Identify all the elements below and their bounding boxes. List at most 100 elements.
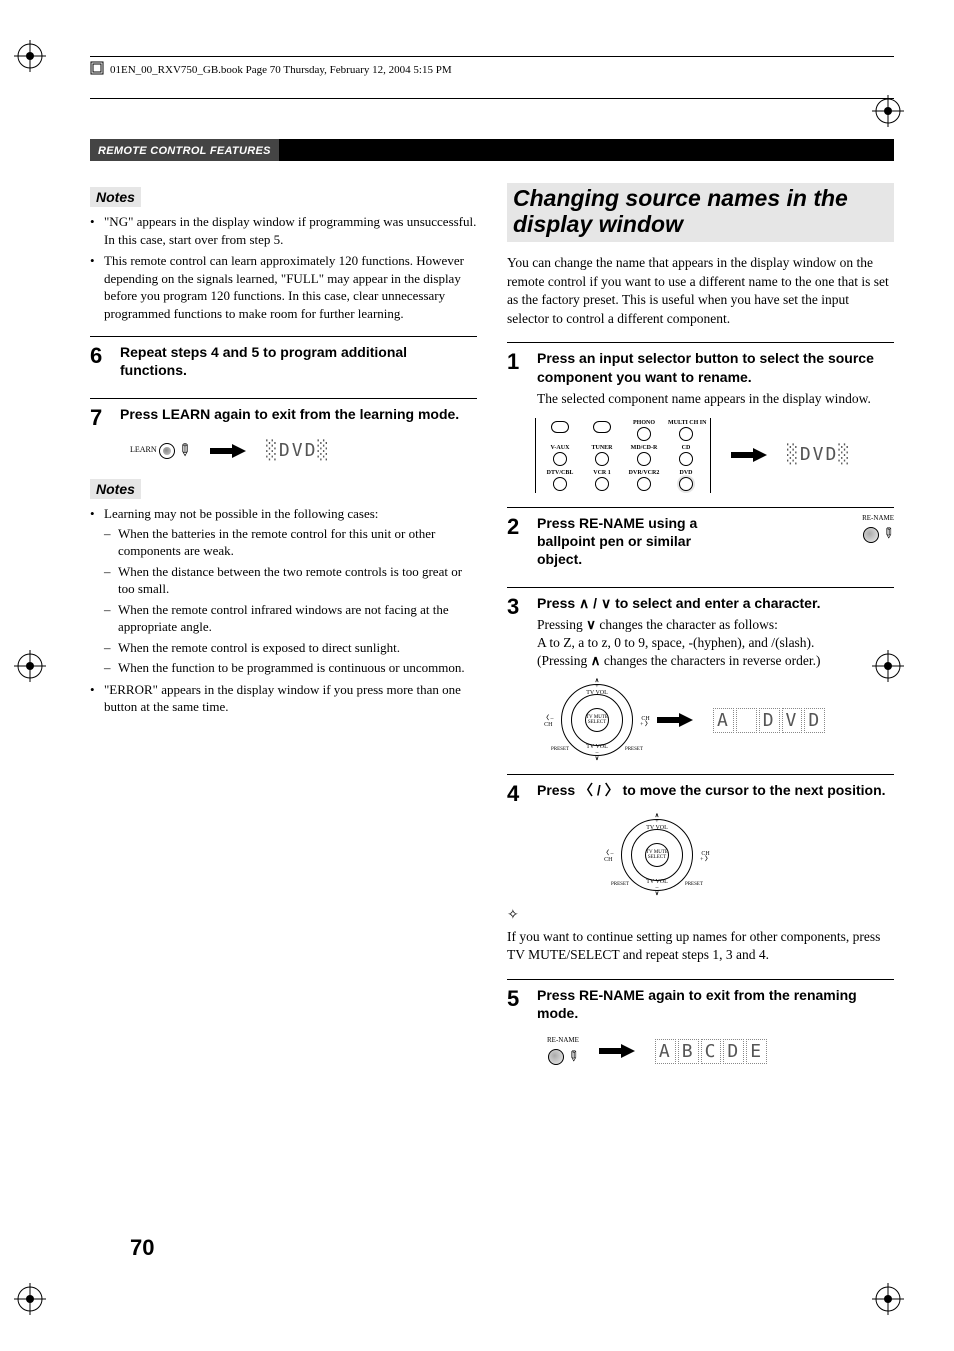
input-selector-figure: PHONO MULTI CH IN V-AUX TUNER MD/CD-R CD…	[535, 418, 894, 493]
chevron-right-icon: 〉	[645, 722, 651, 728]
note-subitem: When the remote control infrared windows…	[104, 601, 477, 636]
btn-label: VCR 1	[584, 470, 620, 476]
step-1: 1 Press an input selector button to sele…	[507, 342, 894, 408]
chevron-right-icon: 〉	[605, 782, 619, 798]
btn-label: CD	[668, 445, 704, 451]
btn-label: DVD	[668, 470, 704, 476]
btn-label: V-AUX	[542, 445, 578, 451]
note-subitem: When the distance between the two remote…	[104, 563, 477, 598]
step-number: 1	[507, 349, 537, 408]
step-7: 7 Press LEARN again to exit from the lea…	[90, 398, 477, 429]
btn-label: MULTI CH IN	[668, 420, 704, 426]
note-lead: Learning may not be possible in the foll…	[104, 506, 378, 521]
learn-button-label: LEARN	[130, 445, 157, 456]
dpad-figure-2: TV MUTE SELECT ∧+TV VOL TV VOL–∨ CH+ 〉 〈…	[617, 815, 894, 895]
dpad-label: PRESET	[685, 882, 703, 887]
pen-icon: ✎	[171, 438, 196, 463]
btn-label: TUNER	[584, 445, 620, 451]
page: 01EN_00_RXV750_GB.book Page 70 Thursday,…	[0, 0, 954, 1351]
dpad-label: TV VOL	[646, 825, 668, 831]
registration-mark-icon	[872, 1283, 904, 1321]
rename-button-illustration: RE-NAME ✎	[862, 514, 894, 544]
left-column: Notes "NG" appears in the display window…	[90, 183, 477, 1078]
learn-button-illustration: LEARN ✎	[130, 440, 190, 462]
rename-button-label: RE-NAME	[547, 1036, 579, 1045]
step-number: 7	[90, 405, 120, 429]
step-4: 4 Press 〈 / 〉 to move the cursor to the …	[507, 774, 894, 805]
btn-label: DTV/CBL	[542, 470, 578, 476]
remote-button-icon	[679, 427, 693, 441]
lcd-display: A DVD	[713, 708, 827, 733]
book-icon	[90, 61, 104, 78]
step-2: 2 Press RE-NAME using a ballpoint pen or…	[507, 507, 894, 573]
dpad-illustration: TV MUTE SELECT ∧+TV VOL TV VOL–∨ CH+ 〉 〈…	[557, 680, 637, 760]
chevron-up-icon: ∧	[591, 653, 601, 668]
dpad-label: PRESET	[625, 747, 643, 752]
step-title: Press LEARN again to exit from the learn…	[120, 405, 477, 423]
lcd-display: ABCDE	[655, 1039, 769, 1064]
note-subitem: When the function to be programmed is co…	[104, 659, 477, 677]
remote-button-icon	[595, 452, 609, 466]
step-number: 3	[507, 594, 537, 671]
remote-button-icon	[637, 452, 651, 466]
step-3: 3 Press ∧ / ∨ to select and enter a char…	[507, 587, 894, 671]
btn-label: PHONO	[626, 420, 662, 426]
registration-mark-icon	[14, 40, 46, 78]
notes-list: "NG" appears in the display window if pr…	[90, 213, 477, 322]
remote-button-icon	[593, 421, 611, 433]
step-number: 4	[507, 781, 537, 805]
remote-input-selector-illustration: PHONO MULTI CH IN V-AUX TUNER MD/CD-R CD…	[535, 418, 711, 493]
step-6: 6 Repeat steps 4 and 5 to program additi…	[90, 336, 477, 383]
chevron-down-icon: ∨	[595, 756, 599, 762]
pen-icon: ✎	[876, 524, 898, 546]
page-number: 70	[130, 1235, 154, 1261]
dpad-label: CH	[544, 722, 552, 728]
chevron-down-icon: ∨	[601, 595, 611, 611]
note-item: "ERROR" appears in the display window if…	[90, 681, 477, 716]
step-number: 2	[507, 514, 537, 573]
notes-heading: Notes	[90, 187, 141, 207]
step-description: The selected component name appears in t…	[537, 390, 894, 408]
notes-list: Learning may not be possible in the foll…	[90, 505, 477, 716]
dpad-label: CH	[604, 857, 612, 863]
step-number: 6	[90, 343, 120, 383]
remote-button-icon	[679, 477, 693, 491]
step-5: 5 Press RE-NAME again to exit from the r…	[507, 979, 894, 1026]
rename-button-label: RE-NAME	[862, 514, 894, 523]
subsection-heading: Changing source names in the display win…	[507, 183, 894, 242]
top-rule	[90, 56, 894, 57]
note-item: This remote control can learn approximat…	[90, 252, 477, 322]
two-column-layout: Notes "NG" appears in the display window…	[90, 183, 894, 1078]
note-subitem: When the batteries in the remote control…	[104, 525, 477, 560]
learn-figure: LEARN ✎ ░DVD░	[130, 439, 477, 463]
pen-icon: ✎	[561, 1046, 583, 1068]
remote-button-icon	[637, 477, 651, 491]
book-header-text: 01EN_00_RXV750_GB.book Page 70 Thursday,…	[110, 64, 452, 76]
arrow-right-icon	[657, 713, 693, 727]
chevron-right-icon: 〉	[705, 857, 711, 863]
step-title: Press RE-NAME again to exit from the ren…	[537, 986, 894, 1022]
remote-button-icon	[595, 477, 609, 491]
step-title: Press an input selector button to select…	[537, 349, 894, 385]
btn-label: DVR/VCR2	[626, 470, 662, 476]
registration-mark-icon	[14, 650, 46, 688]
step-title: Press RE-NAME using a ballpoint pen or s…	[537, 514, 737, 569]
lcd-display: ░DVD░	[787, 443, 851, 467]
step-title: Press ∧ / ∨ to select and enter a charac…	[537, 594, 894, 612]
arrow-right-icon	[210, 444, 246, 458]
intro-paragraph: You can change the name that appears in …	[507, 254, 894, 329]
remote-button-icon	[553, 452, 567, 466]
note-item: Learning may not be possible in the foll…	[90, 505, 477, 677]
rename-exit-figure: RE-NAME ✎ ABCDE	[547, 1036, 894, 1066]
note-sublist: When the batteries in the remote control…	[104, 525, 477, 677]
chevron-up-icon: ∧	[579, 595, 589, 611]
dpad-label: TV VOL	[586, 690, 608, 696]
step-title: Press 〈 / 〉 to move the cursor to the ne…	[537, 781, 894, 799]
dpad-label: PRESET	[551, 747, 569, 752]
chevron-down-icon: ∨	[586, 617, 596, 632]
chevron-left-icon: 〈	[579, 782, 593, 798]
section-header-bar: REMOTE CONTROL FEATURES	[90, 139, 894, 161]
chevron-down-icon: ∨	[655, 891, 659, 897]
remote-button-icon	[637, 427, 651, 441]
top-rule	[90, 98, 894, 99]
